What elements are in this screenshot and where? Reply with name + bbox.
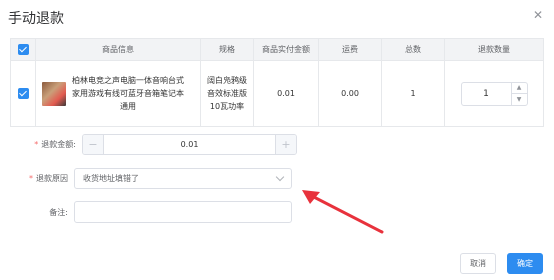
refund-reason-row: * 退款原因 收货地址填错了 <box>16 168 292 189</box>
refund-qty-stepper[interactable]: 1 ▲ ▼ <box>460 81 528 106</box>
refund-reason-value: 收货地址填错了 <box>83 174 139 183</box>
required-marker: * <box>29 174 33 183</box>
decrease-button[interactable]: − <box>83 135 104 154</box>
product-name: 柏林电竞之声电脑一体音响台式家用游戏有线可蓝牙音箱笔记本通用 <box>72 76 184 111</box>
annotation-arrow-icon <box>302 190 384 234</box>
header-refund-qty: 退款数量 <box>444 38 544 61</box>
refund-amount-row: * 退款金额: − 0.01 + <box>16 134 297 155</box>
close-icon[interactable]: ✕ <box>532 9 544 21</box>
refund-amount-label: * 退款金额: <box>16 139 76 150</box>
refund-amount-label-text: 退款金额: <box>41 140 76 149</box>
refund-amount-value[interactable]: 0.01 <box>104 135 275 154</box>
remark-input[interactable] <box>74 201 292 223</box>
select-all-checkbox[interactable] <box>17 44 29 55</box>
refund-reason-select[interactable]: 收货地址填错了 <box>74 168 292 189</box>
stepper-arrows: ▲ ▼ <box>510 82 527 105</box>
header-select-all[interactable] <box>10 38 36 61</box>
spec-cell: 阔白凫鸦级音效标准版10瓦功率 <box>200 60 254 127</box>
product-table: 商品信息 规格 商品实付金额 运费 总数 退款数量 柏林电竞之声电脑一体音响台式… <box>10 38 544 127</box>
refund-amount-input[interactable]: − 0.01 + <box>82 134 297 155</box>
row-checkbox[interactable] <box>17 88 29 99</box>
remark-label: 备注: <box>49 207 68 217</box>
header-total: 总数 <box>381 38 445 61</box>
required-marker: * <box>34 140 39 149</box>
refund-reason-label: * 退款原因 <box>16 173 68 184</box>
header-shipping: 运费 <box>318 38 382 61</box>
header-product-info: 商品信息 <box>35 38 201 61</box>
table-row: 柏林电竞之声电脑一体音响台式家用游戏有线可蓝牙音箱笔记本通用 阔白凫鸦级音效标准… <box>10 60 544 127</box>
table-header-row: 商品信息 规格 商品实付金额 运费 总数 退款数量 <box>10 38 544 61</box>
shipping-cell: 0.00 <box>318 60 382 127</box>
refund-reason-label-text: 退款原因 <box>36 174 68 183</box>
row-select-cell[interactable] <box>10 60 36 127</box>
refund-qty-cell: 1 ▲ ▼ <box>444 60 544 127</box>
chevron-down-icon <box>275 172 285 182</box>
refund-qty-value[interactable]: 1 <box>462 83 511 105</box>
header-spec: 规格 <box>200 38 254 61</box>
remark-row: 备注: <box>16 201 292 223</box>
total-cell: 1 <box>381 60 445 127</box>
paid-amount-cell: 0.01 <box>253 60 319 127</box>
product-info-cell: 柏林电竞之声电脑一体音响台式家用游戏有线可蓝牙音箱笔记本通用 <box>35 60 201 127</box>
dialog-title: 手动退款 <box>8 11 64 27</box>
header-paid-amount: 商品实付金额 <box>253 38 319 61</box>
product-thumbnail <box>42 81 66 106</box>
increase-button[interactable]: + <box>275 135 296 154</box>
cancel-button[interactable]: 取消 <box>460 253 496 274</box>
confirm-button[interactable]: 确定 <box>507 253 543 274</box>
chevron-down-icon[interactable]: ▼ <box>511 93 527 105</box>
spec-text: 阔白凫鸦级音效标准版10瓦功率 <box>207 76 247 111</box>
chevron-up-icon[interactable]: ▲ <box>512 83 527 94</box>
